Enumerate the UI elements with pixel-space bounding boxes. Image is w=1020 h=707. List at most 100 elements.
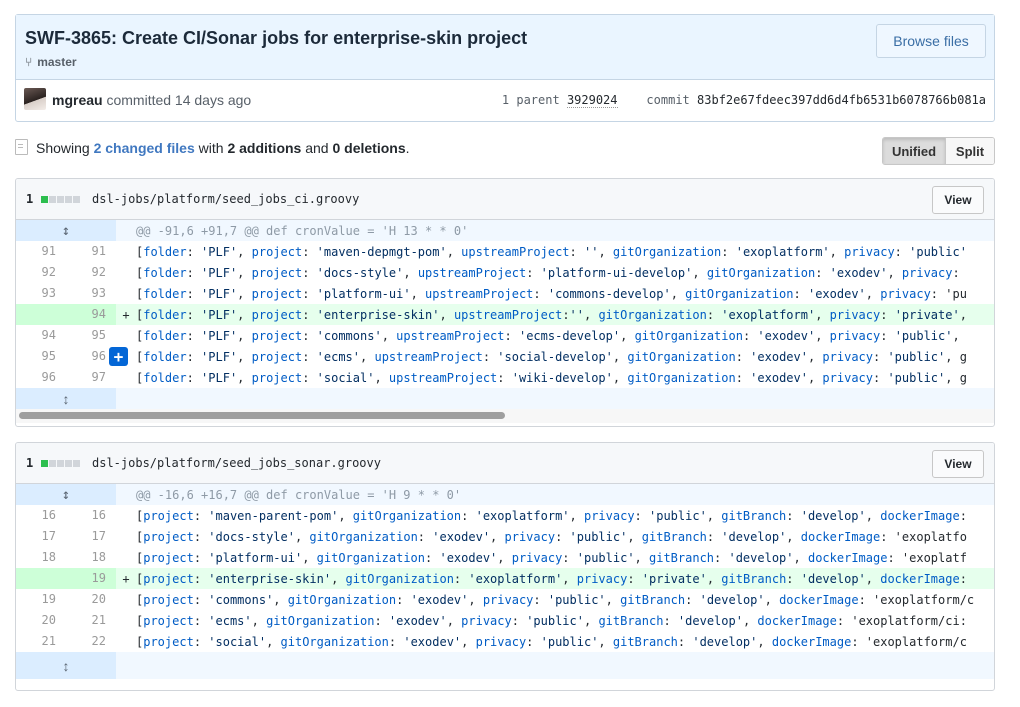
branch-icon: ⑂	[25, 55, 33, 69]
old-line-number[interactable]	[16, 568, 66, 589]
diff-line-context: 21 22 [project: 'social', gitOrganization:…	[16, 631, 994, 652]
old-line-number[interactable]	[16, 304, 66, 325]
new-line-number[interactable]: 16	[66, 505, 116, 526]
file-change-count: 1	[26, 192, 34, 206]
new-line-number[interactable]: 97	[66, 367, 116, 388]
unfold-icon: ↕	[62, 390, 70, 407]
code-text: [project: 'maven-parent-pom', gitOrganiz…	[136, 508, 967, 523]
new-line-number[interactable]: 94	[66, 304, 116, 325]
file-diff-icon	[15, 139, 28, 155]
diff-line-context: 17 17 [project: 'docs-style', gitOrganizat…	[16, 526, 994, 547]
code-text: [project: 'docs-style', gitOrganization:…	[136, 529, 967, 544]
old-line-number[interactable]: 21	[16, 631, 66, 652]
hunk-header: ↕ @@ -16,6 +16,7 @@ def cronValue = 'H 9…	[16, 484, 994, 505]
diff-view-toggle: Unified Split	[882, 137, 995, 165]
commit-author-line: mgreau committed 14 days ago	[52, 92, 251, 108]
diff-line-context: 93 93 [folder: 'PLF', project: 'platform-u…	[16, 283, 994, 304]
summary-showing: Showing	[36, 140, 90, 156]
parent-label: 1 parent	[501, 93, 560, 107]
diff-line-context: 95 96 [folder: 'PLF', project: 'ecms', ups…	[16, 346, 994, 367]
old-line-number[interactable]: 18	[16, 547, 66, 568]
summary-period: .	[405, 140, 410, 156]
summary-with: with	[198, 140, 224, 156]
expand-up-button[interactable]: ↕	[16, 220, 116, 241]
view-file-button[interactable]: View	[932, 186, 984, 214]
author-link[interactable]: mgreau	[52, 92, 103, 108]
new-line-number[interactable]: 17	[66, 526, 116, 547]
code-text: [folder: 'PLF', project: 'platform-ui', …	[136, 286, 967, 301]
old-line-number[interactable]: 19	[16, 589, 66, 610]
code-text: [folder: 'PLF', project: 'commons', upst…	[136, 328, 960, 343]
code-text: [folder: 'PLF', project: 'docs-style', u…	[136, 265, 960, 280]
file-path[interactable]: dsl-jobs/platform/seed_jobs_sonar.groovy	[92, 456, 381, 470]
old-line-number[interactable]: 94	[16, 325, 66, 346]
new-line-number[interactable]: 93	[66, 283, 116, 304]
diff-line-context: 92 92 [folder: 'PLF', project: 'docs-style…	[16, 262, 994, 283]
deletions-count: 0 deletions	[332, 140, 406, 156]
expand-down-button[interactable]: ↕	[16, 652, 116, 679]
avatar[interactable]	[24, 88, 46, 110]
new-line-number[interactable]: 21	[66, 610, 116, 631]
expand-down-button[interactable]: ↕	[16, 388, 116, 409]
commit-label: commit	[646, 93, 690, 107]
file-diff: 1 dsl-jobs/platform/seed_jobs_ci.groovy …	[15, 178, 995, 427]
diff-line-context: 94 95 [folder: 'PLF', project: 'commons', …	[16, 325, 994, 346]
diff-line-addition: 19 + [project: 'enterprise-skin', gitOrgan…	[16, 568, 994, 589]
expand-down-row: ↕	[16, 652, 994, 679]
add-comment-button[interactable]: +	[109, 347, 128, 366]
branch-indicator[interactable]: ⑂ master	[25, 55, 77, 69]
hunk-header: ↕ @@ -91,6 +91,7 @@ def cronValue = 'H 1…	[16, 220, 994, 241]
new-line-number[interactable]: 20	[66, 589, 116, 610]
browse-files-button[interactable]: Browse files	[876, 24, 986, 58]
diffstat-bar	[41, 460, 80, 467]
new-line-number[interactable]: 95	[66, 325, 116, 346]
commit-header: SWF-3865: Create CI/Sonar jobs for enter…	[15, 14, 995, 122]
old-line-number[interactable]: 16	[16, 505, 66, 526]
diff-line-context: 20 21 [project: 'ecms', gitOrganization: '…	[16, 610, 994, 631]
changed-files-link[interactable]: 2 changed files	[94, 140, 195, 156]
view-file-button[interactable]: View	[932, 450, 984, 478]
scrollbar-thumb[interactable]	[19, 412, 505, 419]
split-view-button[interactable]: Split	[946, 138, 994, 164]
additions-count: 2 additions	[227, 140, 302, 156]
unfold-icon: ↕	[62, 657, 70, 674]
parent-sha-link[interactable]: 3929024	[566, 93, 618, 108]
old-line-number[interactable]: 96	[16, 367, 66, 388]
file-header: 1 dsl-jobs/platform/seed_jobs_sonar.groo…	[16, 443, 994, 484]
new-line-number[interactable]: 22	[66, 631, 116, 652]
old-line-number[interactable]: 92	[16, 262, 66, 283]
hunk-text: @@ -16,6 +16,7 @@ def cronValue = 'H 9 *…	[136, 487, 462, 502]
commit-title: SWF-3865: Create CI/Sonar jobs for enter…	[25, 28, 528, 48]
new-line-number[interactable]: 18	[66, 547, 116, 568]
code-text: [project: 'ecms', gitOrganization: 'exod…	[136, 613, 967, 628]
diff-line-context: 91 91 [folder: 'PLF', project: 'maven-depm…	[16, 241, 994, 262]
expand-up-button[interactable]: ↕	[16, 484, 116, 505]
old-line-number[interactable]: 20	[16, 610, 66, 631]
diffstat-bar	[41, 196, 80, 203]
old-line-number[interactable]: 91	[16, 241, 66, 262]
code-text: [project: 'social', gitOrganization: 'ex…	[136, 634, 967, 649]
unfold-icon: ↕	[61, 222, 71, 239]
diff-lines: 91 91 [folder: 'PLF', project: 'maven-depm…	[16, 241, 994, 388]
commit-sha: 83bf2e67fdeec397dd6d4fb6531b6078766b081a	[697, 93, 986, 107]
code-text: [project: 'enterprise-skin', gitOrganiza…	[136, 571, 967, 586]
old-line-number[interactable]: 17	[16, 526, 66, 547]
horizontal-scrollbar[interactable]	[16, 409, 994, 423]
file-header: 1 dsl-jobs/platform/seed_jobs_ci.groovy …	[16, 179, 994, 220]
diff-line-addition: 94 + [folder: 'PLF', project: 'enterprise-…	[16, 304, 994, 325]
code-text: [project: 'platform-ui', gitOrganization…	[136, 550, 967, 565]
commit-action: committed 14 days ago	[106, 92, 252, 108]
code-text: [folder: 'PLF', project: 'maven-depmgt-p…	[136, 244, 967, 259]
code-text: [project: 'commons', gitOrganization: 'e…	[136, 592, 975, 607]
unified-view-button[interactable]: Unified	[883, 138, 946, 164]
code-text: [folder: 'PLF', project: 'enterprise-ski…	[136, 307, 967, 322]
new-line-number[interactable]: 91	[66, 241, 116, 262]
new-line-number[interactable]: 92	[66, 262, 116, 283]
old-line-number[interactable]: 95	[16, 346, 66, 367]
code-text: [folder: 'PLF', project: 'ecms', upstrea…	[136, 349, 967, 364]
summary-and: and	[305, 140, 329, 156]
old-line-number[interactable]: 93	[16, 283, 66, 304]
commit-shas: 1 parent 3929024 commit 83bf2e67fdeec397…	[501, 93, 986, 108]
new-line-number[interactable]: 19	[66, 568, 116, 589]
file-path[interactable]: dsl-jobs/platform/seed_jobs_ci.groovy	[92, 192, 359, 206]
